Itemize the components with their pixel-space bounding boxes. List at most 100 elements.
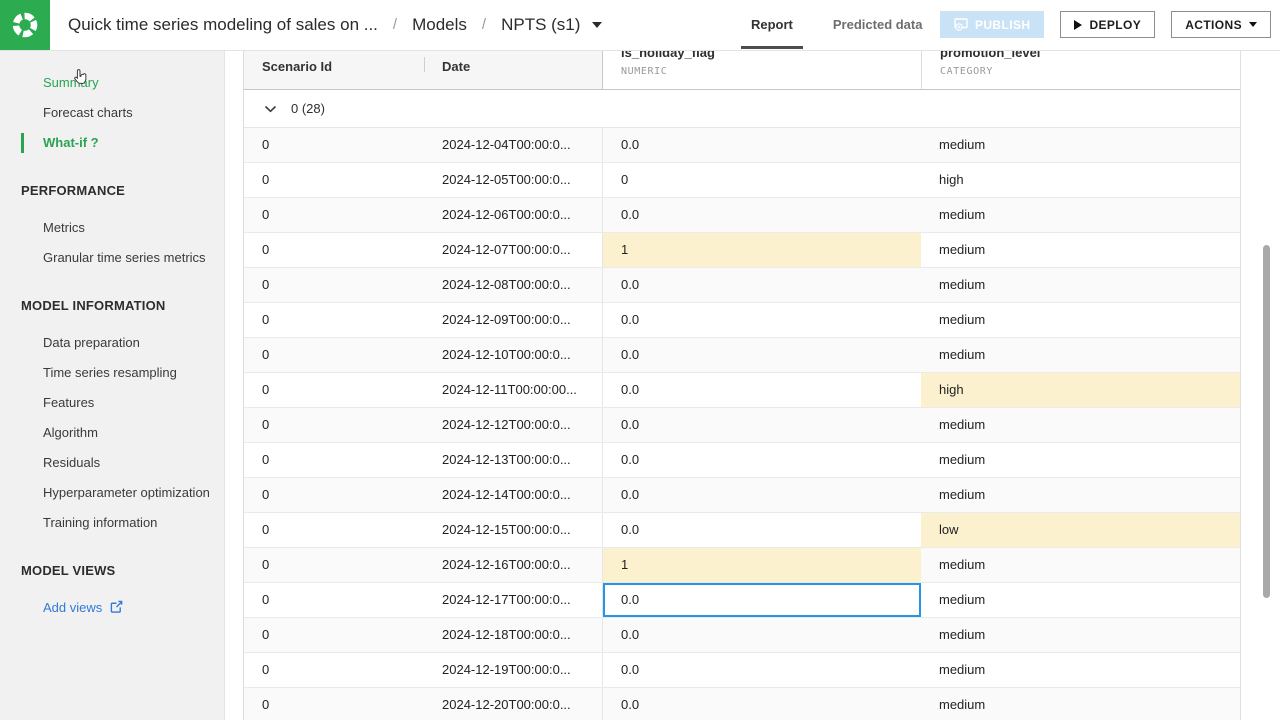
cell-is-holiday-flag[interactable]: 0.0 — [602, 653, 921, 687]
breadcrumb-models[interactable]: Models — [412, 15, 467, 35]
vertical-scrollbar-thumb[interactable] — [1263, 245, 1270, 598]
cell-is-holiday-flag[interactable]: 0.0 — [602, 128, 921, 162]
cell-date: 2024-12-09T00:00:0... — [424, 303, 602, 337]
sidebar-item-granular-time-series-metrics[interactable]: Granular time series metrics — [0, 243, 224, 273]
cell-promotion-level[interactable]: medium — [921, 408, 1240, 442]
table-row: 02024-12-08T00:00:0...0.0medium — [244, 268, 1240, 303]
cell-date: 2024-12-20T00:00:0... — [424, 688, 602, 720]
publish-button[interactable]: PUBLISH — [940, 11, 1044, 38]
dataiku-logo[interactable] — [0, 0, 50, 50]
column-header-is-holiday-flag[interactable]: is_holiday_flagNUMERIC — [602, 50, 921, 89]
cell-date: 2024-12-05T00:00:0... — [424, 163, 602, 197]
table-row: 02024-12-11T00:00:00...0.0high — [244, 373, 1240, 408]
cell-promotion-level[interactable]: medium — [921, 583, 1240, 617]
cell-date: 2024-12-12T00:00:0... — [424, 408, 602, 442]
table-row: 02024-12-04T00:00:0...0.0medium — [244, 128, 1240, 163]
cell-is-holiday-flag[interactable]: 0.0 — [602, 583, 921, 617]
cell-promotion-level[interactable]: medium — [921, 128, 1240, 162]
cell-is-holiday-flag[interactable]: 0.0 — [602, 268, 921, 302]
cell-date: 2024-12-16T00:00:0... — [424, 548, 602, 582]
actions-button[interactable]: ACTIONS — [1171, 11, 1271, 38]
cell-is-holiday-flag[interactable]: 0.0 — [602, 478, 921, 512]
sidebar-item-summary[interactable]: Summary — [0, 68, 224, 98]
cell-scenario-id: 0 — [244, 198, 424, 232]
cell-scenario-id: 0 — [244, 303, 424, 337]
cell-is-holiday-flag[interactable]: 0.0 — [602, 618, 921, 652]
breadcrumb-project[interactable]: Quick time series modeling of sales on .… — [68, 15, 378, 35]
external-link-icon — [110, 600, 123, 613]
cell-is-holiday-flag[interactable]: 1 — [602, 233, 921, 267]
actions-caret-icon — [1249, 22, 1257, 27]
sidebar-item-what-if[interactable]: What-if ? — [0, 128, 224, 158]
column-label: promotion_level — [940, 50, 1240, 61]
model-dropdown-caret-icon[interactable] — [592, 22, 602, 28]
scenario-group-row[interactable]: 0 (28) — [244, 90, 1240, 128]
cell-is-holiday-flag[interactable]: 0.0 — [602, 408, 921, 442]
cell-promotion-level[interactable]: medium — [921, 268, 1240, 302]
sidebar-item-time-series-resampling[interactable]: Time series resampling — [0, 358, 224, 388]
cell-date: 2024-12-19T00:00:0... — [424, 653, 602, 687]
cell-promotion-level[interactable]: medium — [921, 618, 1240, 652]
cell-date: 2024-12-11T00:00:00... — [424, 373, 602, 407]
cell-scenario-id: 0 — [244, 688, 424, 720]
cell-promotion-level[interactable]: medium — [921, 303, 1240, 337]
cell-scenario-id: 0 — [244, 338, 424, 372]
breadcrumb-separator: / — [393, 16, 397, 33]
cell-promotion-level[interactable]: medium — [921, 233, 1240, 267]
cell-date: 2024-12-18T00:00:0... — [424, 618, 602, 652]
sidebar-item-training-information[interactable]: Training information — [0, 508, 224, 538]
sidebar-item-metrics[interactable]: Metrics — [0, 213, 224, 243]
cell-promotion-level[interactable]: high — [921, 163, 1240, 197]
column-header-date[interactable]: Date — [424, 50, 602, 89]
table-row: 02024-12-19T00:00:0...0.0medium — [244, 653, 1240, 688]
table-row: 02024-12-06T00:00:0...0.0medium — [244, 198, 1240, 233]
column-label: is_holiday_flag — [621, 50, 921, 61]
cell-is-holiday-flag[interactable]: 1 — [602, 548, 921, 582]
chevron-down-icon[interactable] — [264, 105, 277, 113]
sidebar-item-residuals[interactable]: Residuals — [0, 448, 224, 478]
publish-label: PUBLISH — [975, 18, 1030, 32]
cell-promotion-level[interactable]: high — [921, 373, 1240, 407]
cell-is-holiday-flag[interactable]: 0.0 — [602, 443, 921, 477]
report-sidebar: SummaryForecast chartsWhat-if ?PERFORMAN… — [0, 50, 225, 720]
table-row: 02024-12-12T00:00:0...0.0medium — [244, 408, 1240, 443]
tab-report[interactable]: Report — [731, 0, 813, 49]
cell-promotion-level[interactable]: medium — [921, 478, 1240, 512]
cell-promotion-level[interactable]: medium — [921, 653, 1240, 687]
sidebar-item-data-preparation[interactable]: Data preparation — [0, 328, 224, 358]
deploy-label: DEPLOY — [1089, 18, 1141, 32]
cell-promotion-level[interactable]: medium — [921, 688, 1240, 720]
column-header-scenario-id[interactable]: Scenario Id — [244, 50, 424, 89]
play-icon — [1074, 20, 1082, 30]
sidebar-item-algorithm[interactable]: Algorithm — [0, 418, 224, 448]
cell-is-holiday-flag[interactable]: 0.0 — [602, 303, 921, 337]
publish-icon — [954, 18, 968, 31]
logo-ring-icon — [10, 10, 40, 40]
sidebar-item-forecast-charts[interactable]: Forecast charts — [0, 98, 224, 128]
breadcrumb-model-name[interactable]: NPTS (s1) — [501, 15, 580, 35]
sidebar-item-hyperparameter-optimization[interactable]: Hyperparameter optimization — [0, 478, 224, 508]
tab-predicted-data[interactable]: Predicted data — [813, 0, 943, 49]
breadcrumb: Quick time series modeling of sales on .… — [68, 0, 602, 49]
cell-promotion-level[interactable]: medium — [921, 198, 1240, 232]
cell-is-holiday-flag[interactable]: 0.0 — [602, 338, 921, 372]
cell-scenario-id: 0 — [244, 548, 424, 582]
sidebar-item-add-views[interactable]: Add views — [0, 593, 224, 623]
cell-promotion-level[interactable]: medium — [921, 548, 1240, 582]
sidebar-section-model-information: MODEL INFORMATION — [0, 291, 224, 321]
cell-promotion-level[interactable]: medium — [921, 338, 1240, 372]
cell-is-holiday-flag[interactable]: 0.0 — [602, 513, 921, 547]
cell-promotion-level[interactable]: medium — [921, 443, 1240, 477]
deploy-button[interactable]: DEPLOY — [1060, 11, 1155, 38]
cell-promotion-level[interactable]: low — [921, 513, 1240, 547]
sidebar-item-features[interactable]: Features — [0, 388, 224, 418]
table-body: 02024-12-04T00:00:0...0.0medium02024-12-… — [244, 128, 1240, 720]
cell-is-holiday-flag[interactable]: 0.0 — [602, 373, 921, 407]
cell-date: 2024-12-08T00:00:0... — [424, 268, 602, 302]
cell-is-holiday-flag[interactable]: 0.0 — [602, 688, 921, 720]
cell-is-holiday-flag[interactable]: 0.0 — [602, 198, 921, 232]
table-row: 02024-12-13T00:00:0...0.0medium — [244, 443, 1240, 478]
cell-is-holiday-flag[interactable]: 0 — [602, 163, 921, 197]
cell-date: 2024-12-15T00:00:0... — [424, 513, 602, 547]
column-header-promotion-level[interactable]: promotion_levelCATEGORY — [921, 50, 1240, 89]
